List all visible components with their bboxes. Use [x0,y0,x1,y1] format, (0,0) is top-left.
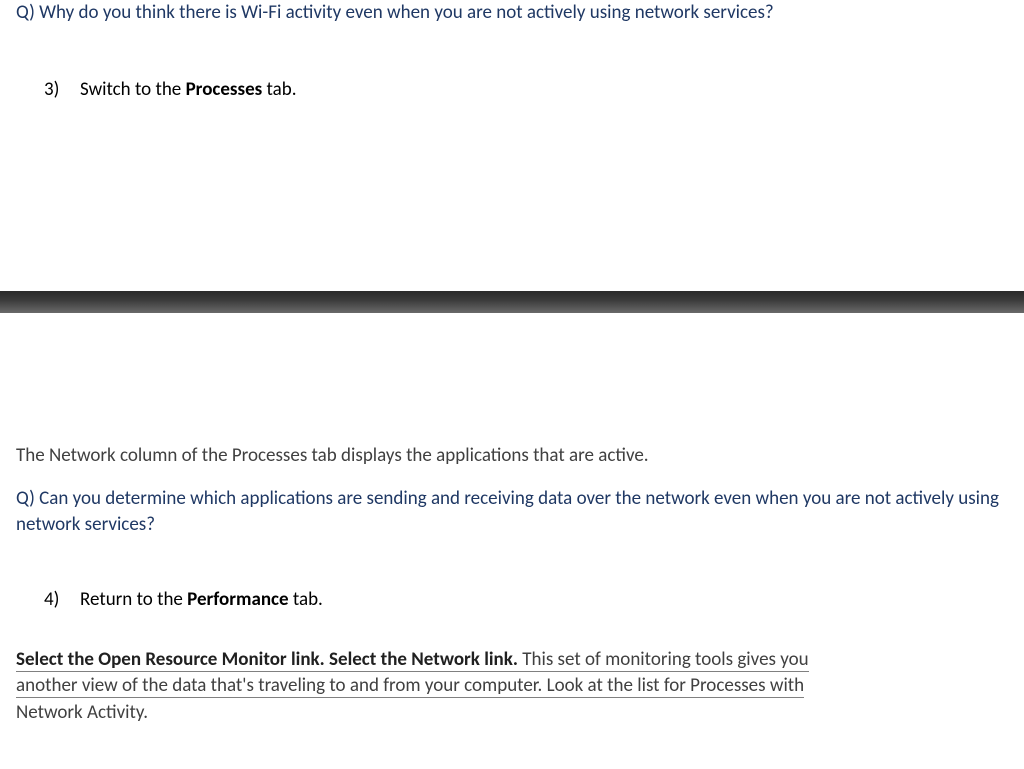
final-line-1: Select the Open Resource Monitor link. S… [16,648,809,672]
final-line-3: Network Activity. [16,701,148,724]
step-4-prefix: Return to the [80,588,187,611]
step-3-prefix: Switch to the [80,78,186,101]
final-paragraph: Select the Open Resource Monitor link. S… [16,647,1008,727]
step-4-text: Return to the Performance tab. [80,588,323,611]
step-3-suffix: tab. [262,78,296,101]
step-4-number: 4) [44,588,80,611]
step-3-number: 3) [44,78,80,101]
step-3-bold: Processes [186,78,263,101]
body-paragraph-1: The Network column of the Processes tab … [16,443,1008,469]
final-bold-d: Network [411,648,480,671]
final-bold-c: link. Select the [287,648,412,671]
step-3: 3) Switch to the Processes tab. [44,78,1008,101]
final-bold-e: link. [480,648,518,671]
step-4-bold: Performance [187,588,288,611]
step-4-suffix: tab. [289,588,323,611]
step-4: 4) Return to the Performance tab. [44,588,1008,611]
question-2: Q) Can you determine which applications … [16,486,1008,537]
step-3-text: Switch to the Processes tab. [80,78,297,101]
final-bold-a: Select the [16,648,98,671]
final-rest-1: This set of monitoring tools gives you [518,648,809,671]
question-1: Q) Why do you think there is Wi-Fi activ… [16,0,1008,26]
page-divider [0,291,1024,313]
final-line-2: another view of the data that's travelin… [16,674,804,698]
final-bold-b: Open Resource Monitor [98,648,286,671]
